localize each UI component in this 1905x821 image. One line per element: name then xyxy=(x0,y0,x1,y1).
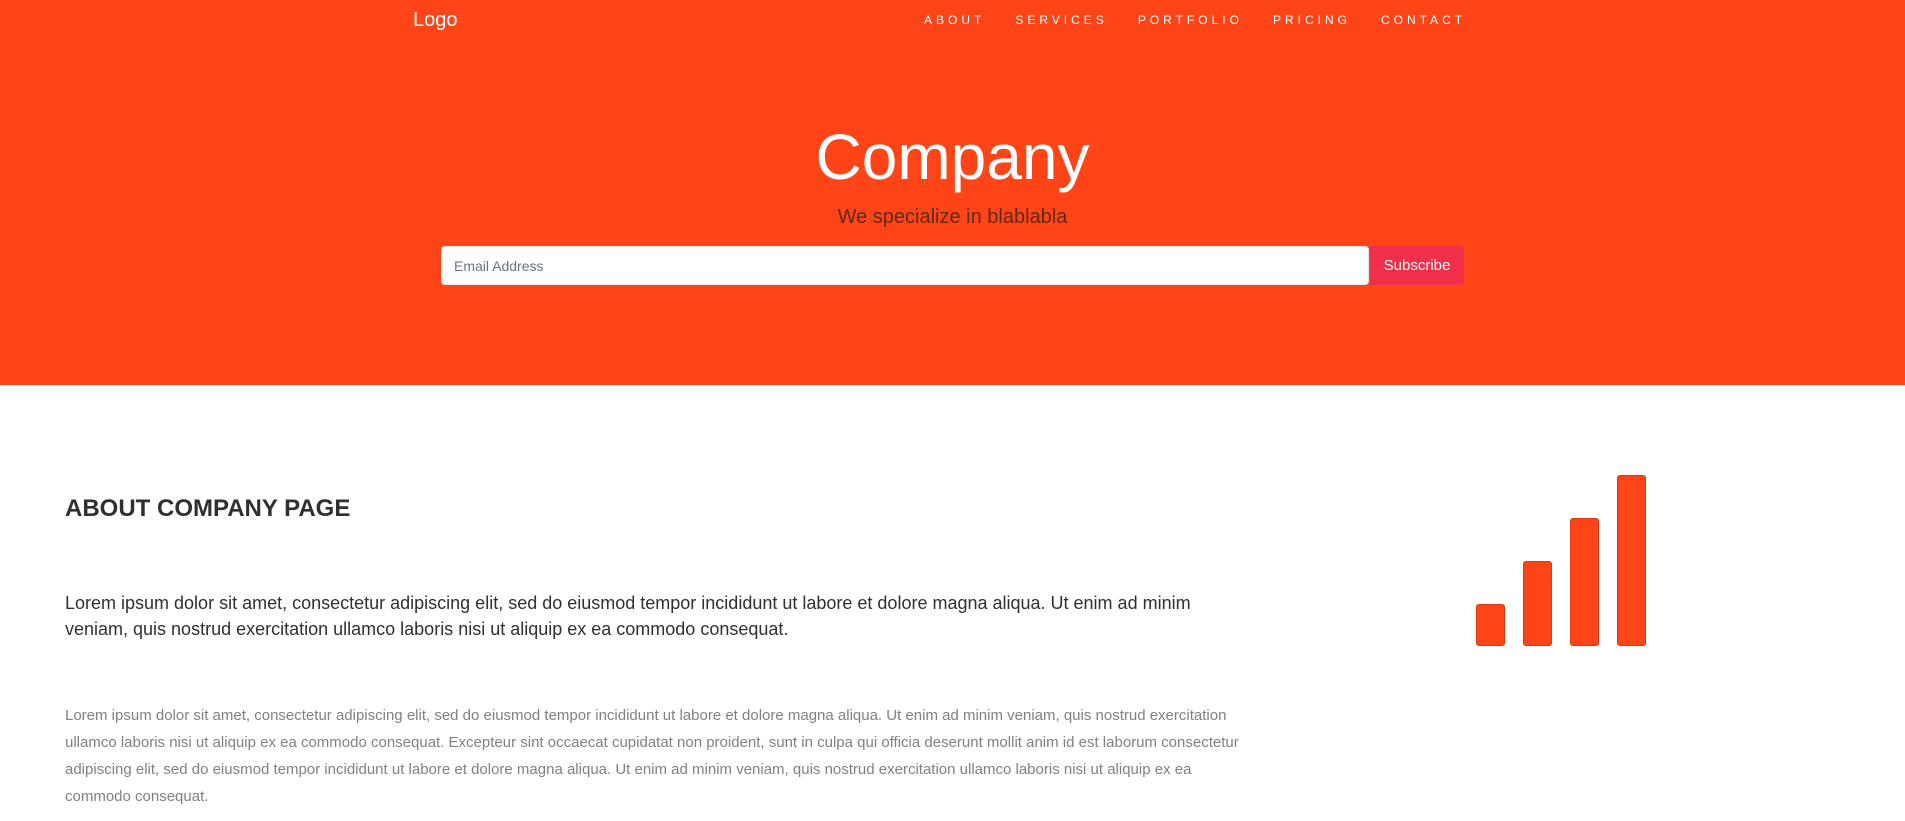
nav-link-contact[interactable]: CONTACT xyxy=(1381,12,1466,28)
signal-icon-bar-3 xyxy=(1570,518,1599,646)
hero-subtitle: We specialize in blablabla xyxy=(837,206,1068,228)
hero-section: Logo ABOUT SERVICES PORTFOLIO PRICING CO… xyxy=(0,0,1905,385)
nav-link-services[interactable]: SERVICES xyxy=(1015,12,1107,28)
subscribe-button[interactable]: Subscribe xyxy=(1370,246,1464,285)
main-nav: ABOUT SERVICES PORTFOLIO PRICING CONTACT xyxy=(924,12,1496,28)
about-lead-text: Lorem ipsum dolor sit amet, consectetur … xyxy=(65,593,1191,639)
about-body-text: Lorem ipsum dolor sit amet, consectetur … xyxy=(65,707,1239,805)
signal-icon xyxy=(1474,474,1649,646)
signal-icon-bar-4 xyxy=(1617,475,1646,646)
nav-link-about[interactable]: ABOUT xyxy=(924,12,985,28)
signal-icon-bar-1 xyxy=(1476,604,1505,646)
about-title: ABOUT COMPANY PAGE xyxy=(65,495,351,522)
signal-icon-bar-2 xyxy=(1523,561,1552,646)
email-input[interactable] xyxy=(441,246,1369,285)
nav-link-pricing[interactable]: PRICING xyxy=(1273,12,1351,28)
logo-link[interactable]: Logo xyxy=(413,7,458,33)
subscribe-form: Subscribe xyxy=(441,246,1464,285)
nav-link-portfolio[interactable]: PORTFOLIO xyxy=(1138,12,1243,28)
hero-title: Company xyxy=(815,121,1090,193)
